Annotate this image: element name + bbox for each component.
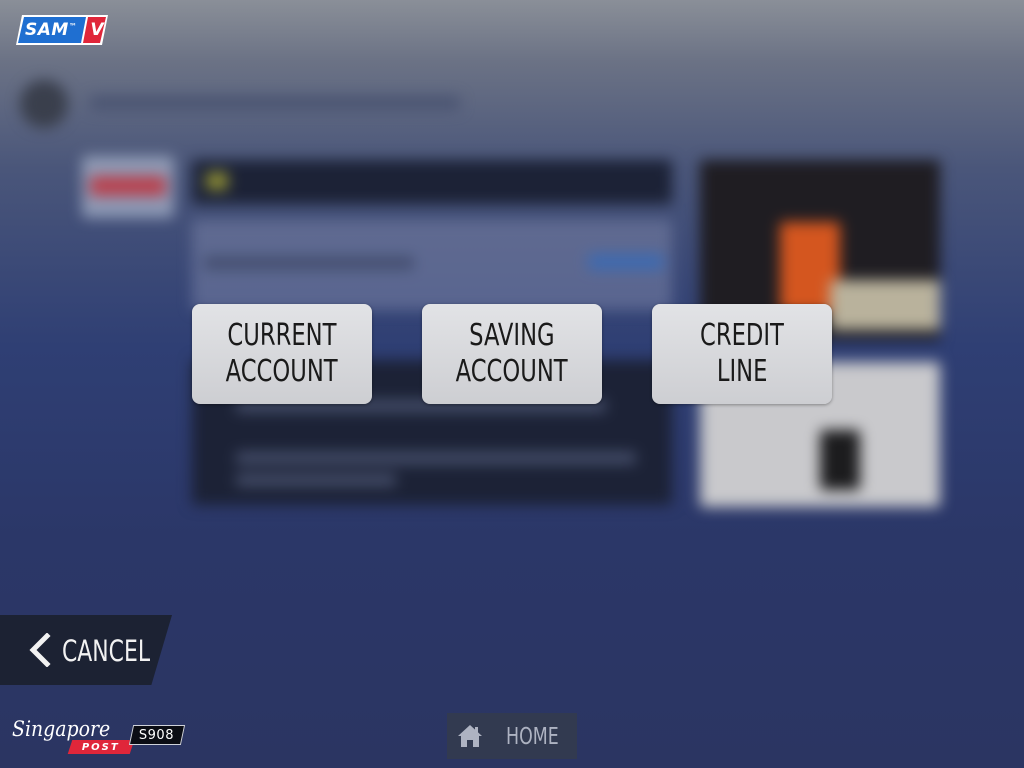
- background-dark-bar: [192, 160, 672, 204]
- home-icon: [458, 725, 482, 747]
- saving-account-label-line2: ACCOUNT: [456, 354, 568, 389]
- kiosk-screen: SAM ™ V CURRENT ACCOUNT SAVING ACCOUNT CR…: [0, 0, 1024, 768]
- cancel-label: CANCEL: [62, 634, 151, 668]
- home-label: HOME: [506, 724, 559, 750]
- saving-account-label-line1: SAVING: [469, 318, 555, 353]
- current-account-button[interactable]: CURRENT ACCOUNT: [192, 304, 372, 404]
- background-logo-mark: [90, 176, 166, 196]
- samv-logo-suffix: V: [90, 20, 104, 40]
- singpost-logo-post-text: POST: [82, 741, 120, 753]
- singpost-logo: Singapore POST: [12, 716, 135, 758]
- credit-line-button[interactable]: CREDIT LINE: [652, 304, 832, 404]
- station-id-text: S908: [139, 727, 175, 743]
- credit-line-label-line2: LINE: [716, 354, 768, 389]
- samv-logo-tm: ™: [68, 21, 78, 31]
- background-dark-bar-marker: [206, 172, 228, 190]
- cancel-button[interactable]: CANCEL: [0, 615, 172, 685]
- background-photo-detail: [830, 280, 940, 330]
- station-id-badge: S908: [128, 725, 186, 745]
- background-panel-text: [236, 474, 396, 486]
- background-photo-detail: [820, 430, 860, 490]
- background-card-button: [588, 254, 664, 270]
- current-account-label-line2: ACCOUNT: [226, 354, 338, 389]
- chevron-left-icon: [29, 633, 51, 667]
- background-avatar: [20, 80, 68, 128]
- credit-line-label-line1: CREDIT: [700, 318, 784, 353]
- singpost-logo-post: POST: [67, 740, 135, 754]
- current-account-label-line1: CURRENT: [227, 318, 337, 353]
- saving-account-button[interactable]: SAVING ACCOUNT: [422, 304, 602, 404]
- samv-logo-word: SAM: [25, 20, 69, 40]
- singpost-logo-script: Singapore: [12, 717, 111, 741]
- samv-logo: SAM ™ V: [16, 15, 108, 45]
- background-card-text: [204, 256, 414, 270]
- background-panel-text: [236, 452, 636, 464]
- background-header: [90, 96, 460, 110]
- home-button[interactable]: HOME: [447, 713, 577, 759]
